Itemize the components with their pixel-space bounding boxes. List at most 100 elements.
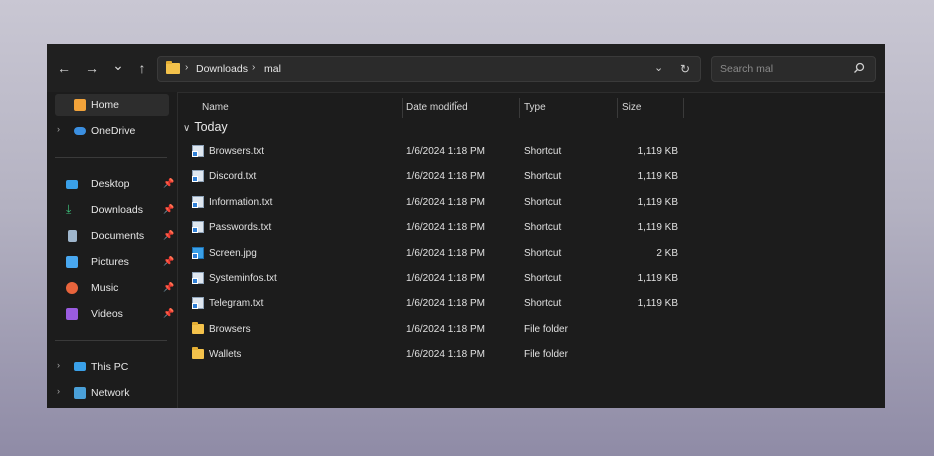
- sidebar-item-label: This PC: [91, 361, 129, 373]
- search-box[interactable]: Search mal: [711, 56, 876, 82]
- file-size: 1,119 KB: [637, 171, 678, 183]
- file-size: 1,119 KB: [637, 273, 678, 284]
- videos-icon: [66, 308, 78, 320]
- sidebar-divider: [55, 340, 167, 341]
- file-date-modified: 1/6/2024 1:18 PM: [406, 273, 485, 284]
- column-header-label: Date modified: [406, 102, 468, 113]
- file-row[interactable]: Passwords.txt 1/6/2024 1:18 PM Shortcut 1,1…: [178, 215, 885, 240]
- network-icon: [74, 387, 86, 399]
- pin-icon[interactable]: 📌: [163, 230, 174, 241]
- file-type: Shortcut: [524, 298, 562, 310]
- home-icon: [74, 99, 86, 111]
- refresh-icon[interactable]: ↻: [680, 62, 690, 76]
- pin-icon[interactable]: 📌: [163, 282, 174, 293]
- desktop-icon: [66, 180, 78, 189]
- breadcrumb-mal[interactable]: mal: [264, 63, 281, 75]
- column-header-type[interactable]: Type: [520, 98, 618, 118]
- file-date-modified: 1/6/2024 1:18 PM: [406, 298, 485, 310]
- file-name: Systeminfos.txt: [209, 273, 277, 284]
- breadcrumb-downloads[interactable]: Downloads: [196, 63, 248, 75]
- sidebar-item-music[interactable]: Music 📌: [47, 277, 177, 299]
- sidebar-item-label: Downloads: [91, 204, 143, 216]
- sidebar-item-this-pc[interactable]: › This PC: [47, 356, 177, 378]
- image-shortcut-icon: [192, 246, 204, 259]
- column-separator[interactable]: [683, 98, 684, 118]
- file-row[interactable]: Browsers.txt 1/6/2024 1:18 PM Shortcut 1,11…: [178, 139, 885, 164]
- file-date-modified: 1/6/2024 1:18 PM: [406, 247, 485, 259]
- file-name: Telegram.txt: [209, 298, 264, 310]
- sidebar-item-label: Home: [91, 99, 120, 111]
- file-date-modified: 1/6/2024 1:18 PM: [406, 196, 485, 208]
- chevron-right-icon[interactable]: ›: [57, 124, 60, 134]
- column-header-label: Name: [202, 102, 229, 113]
- sidebar-item-onedrive[interactable]: › OneDrive: [47, 120, 177, 142]
- file-date-modified: 1/6/2024 1:18 PM: [406, 171, 485, 183]
- column-header-date-modified[interactable]: ⌄ Date modified: [403, 96, 520, 118]
- column-header-size[interactable]: Size: [618, 98, 684, 118]
- pin-icon[interactable]: 📌: [163, 256, 174, 267]
- file-name: Browsers.txt: [209, 146, 265, 157]
- file-row[interactable]: Wallets 1/6/2024 1:18 PM File folder: [178, 342, 885, 367]
- folder-icon: [192, 321, 204, 334]
- sidebar-item-documents[interactable]: Documents 📌: [47, 225, 177, 247]
- file-date-modified: 1/6/2024 1:18 PM: [406, 323, 485, 335]
- file-type: File folder: [524, 349, 568, 361]
- file-row[interactable]: Information.txt 1/6/2024 1:18 PM Shortcut 1…: [178, 190, 885, 215]
- music-icon: [66, 282, 78, 294]
- file-size: 2 KB: [656, 247, 678, 259]
- sidebar-item-label: Pictures: [91, 256, 129, 268]
- text-shortcut-icon: [192, 297, 204, 310]
- file-row[interactable]: Systeminfos.txt 1/6/2024 1:18 PM Shortcut 1…: [178, 266, 885, 291]
- file-name: Wallets: [209, 349, 242, 361]
- column-header-name[interactable]: Name: [178, 98, 403, 118]
- file-row[interactable]: Screen.jpg 1/6/2024 1:18 PM Shortcut 2 KB: [178, 241, 885, 266]
- text-shortcut-icon: [192, 195, 204, 208]
- search-input[interactable]: Search mal: [720, 63, 773, 75]
- column-header-label: Type: [524, 102, 546, 113]
- toolbar: ← → ⌄ ↑ › Downloads › mal ⌄ ↻ Search mal: [47, 44, 885, 93]
- pin-icon[interactable]: 📌: [163, 204, 174, 215]
- forward-button[interactable]: →: [84, 60, 100, 76]
- sidebar-item-home[interactable]: Home: [55, 94, 169, 116]
- sidebar-item-pictures[interactable]: Pictures 📌: [47, 251, 177, 273]
- chevron-right-icon[interactable]: ›: [57, 360, 60, 370]
- navigation-pane: Home › OneDrive Desktop 📌 ⤓ Downloads 📌 …: [47, 92, 178, 408]
- chevron-down-icon[interactable]: ∨: [183, 123, 190, 134]
- file-size: 1,119 KB: [637, 222, 678, 234]
- sidebar-item-desktop[interactable]: Desktop 📌: [47, 173, 177, 195]
- file-type: Shortcut: [524, 247, 562, 259]
- file-name: Browsers: [209, 323, 251, 335]
- back-button[interactable]: ←: [56, 60, 72, 76]
- sidebar-item-videos[interactable]: Videos 📌: [47, 303, 177, 325]
- computer-icon: [74, 362, 86, 371]
- file-row[interactable]: Discord.txt 1/6/2024 1:18 PM Shortcut 1,119…: [178, 164, 885, 189]
- file-size: 1,119 KB: [637, 196, 678, 208]
- sidebar-item-downloads[interactable]: ⤓ Downloads 📌: [47, 199, 177, 221]
- sidebar-item-label: Network: [91, 387, 130, 399]
- file-row[interactable]: Browsers 1/6/2024 1:18 PM File folder: [178, 317, 885, 342]
- sidebar-item-network[interactable]: › Network: [47, 382, 177, 404]
- file-row[interactable]: Telegram.txt 1/6/2024 1:18 PM Shortcut 1,11…: [178, 291, 885, 316]
- file-date-modified: 1/6/2024 1:18 PM: [406, 349, 485, 361]
- sidebar-item-label: Videos: [91, 308, 123, 320]
- pin-icon[interactable]: 📌: [163, 308, 174, 319]
- chevron-right-icon[interactable]: ›: [57, 386, 60, 396]
- cloud-icon: [74, 127, 86, 135]
- pictures-icon: [66, 256, 78, 268]
- sidebar-item-label: Documents: [91, 230, 145, 242]
- file-date-modified: 1/6/2024 1:18 PM: [406, 146, 485, 157]
- sidebar-divider: [55, 157, 167, 158]
- file-type: Shortcut: [524, 273, 562, 284]
- file-type: Shortcut: [524, 146, 562, 157]
- file-name: Discord.txt: [209, 171, 257, 183]
- recent-locations-button[interactable]: ⌄: [110, 57, 126, 73]
- group-header-today[interactable]: ∨ Today: [183, 120, 228, 134]
- file-type: File folder: [524, 323, 568, 335]
- address-bar[interactable]: › Downloads › mal ⌄ ↻: [157, 56, 701, 82]
- pin-icon[interactable]: 📌: [163, 178, 174, 189]
- file-list: Name ⌄ Date modified Type Size ∨ Today Br…: [178, 92, 885, 408]
- search-icon[interactable]: [853, 62, 865, 74]
- breadcrumb-separator: ›: [252, 62, 256, 73]
- up-button[interactable]: ↑: [134, 60, 150, 76]
- address-dropdown-icon[interactable]: ⌄: [654, 61, 663, 74]
